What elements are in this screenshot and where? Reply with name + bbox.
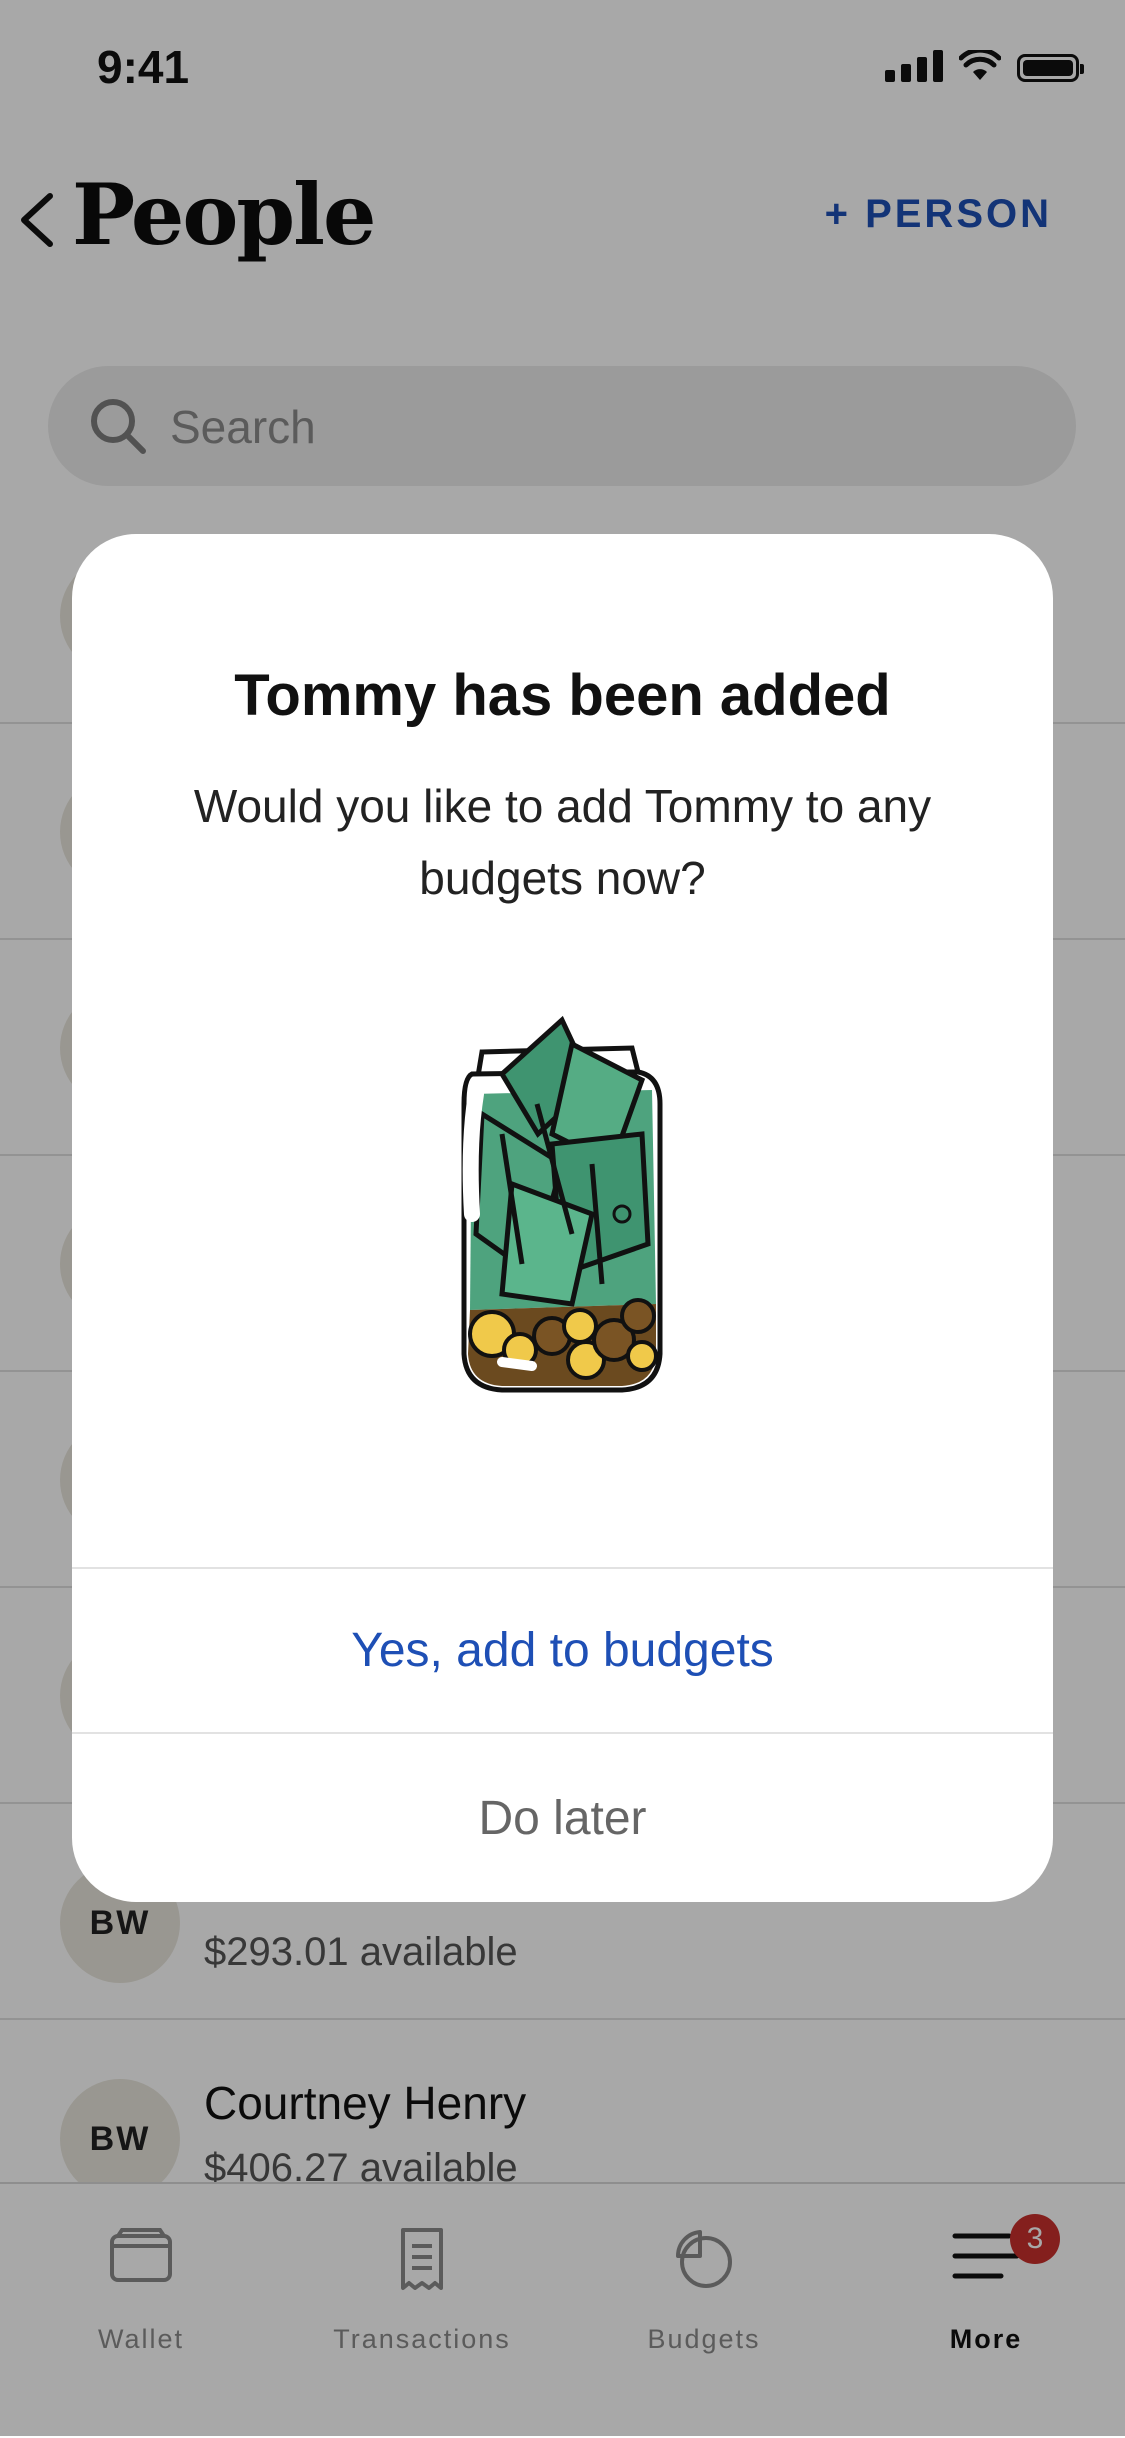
do-later-button[interactable]: Do later — [72, 1734, 1053, 1902]
confirmation-dialog: Tommy has been added Would you like to a… — [72, 534, 1053, 1902]
dialog-message: Would you like to add Tommy to any budge… — [193, 780, 932, 904]
money-jar-icon — [461, 1015, 663, 1393]
people-screen: 9:41 People + PERSON Search BW $293.01 a… — [0, 0, 1125, 2438]
add-to-budgets-button[interactable]: Yes, add to budgets — [72, 1569, 1053, 1732]
dialog-title: Tommy has been added — [234, 663, 891, 728]
